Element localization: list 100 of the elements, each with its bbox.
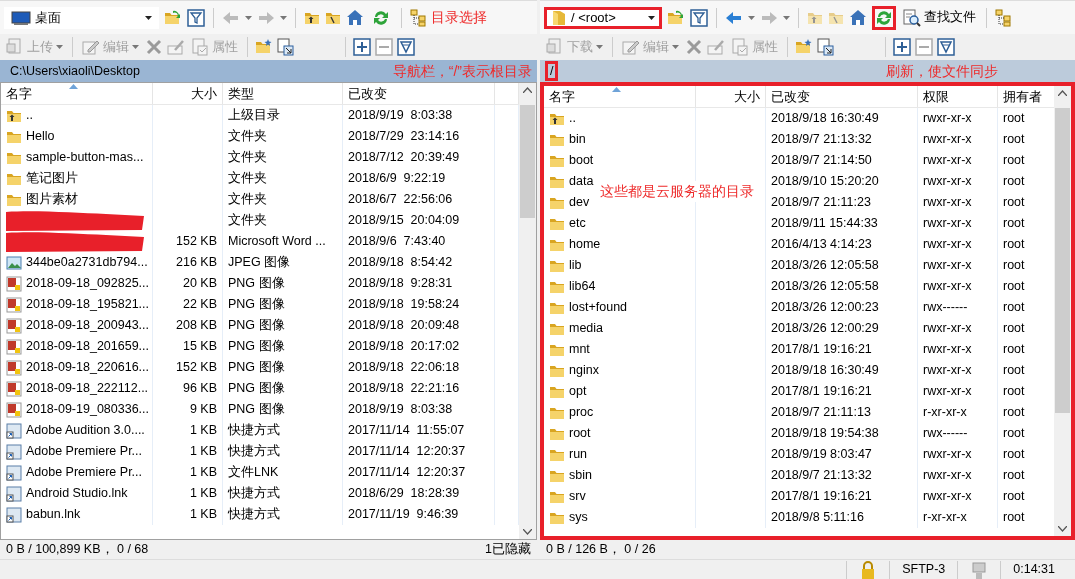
file-name[interactable]: run bbox=[569, 444, 588, 465]
table-cell-text: 2018/9/7 21:11:13 bbox=[771, 404, 871, 421]
table-cell-text: PNG 图像 bbox=[228, 359, 285, 376]
file-name[interactable]: 2018-09-18_200943... bbox=[26, 315, 150, 336]
document-icon[interactable] bbox=[276, 38, 294, 56]
tree-icon[interactable] bbox=[410, 8, 426, 27]
annotation-text: 目录选择 bbox=[431, 8, 487, 27]
column-header[interactable]: 名字 bbox=[544, 86, 696, 107]
scroll-up-icon[interactable] bbox=[1058, 90, 1067, 96]
location-dropdown[interactable]: 桌面 bbox=[4, 6, 159, 29]
file-name[interactable]: Hello bbox=[26, 126, 55, 147]
file-name[interactable]: bin bbox=[569, 129, 586, 150]
image-icon bbox=[6, 359, 22, 376]
table-cell-text: root bbox=[1003, 509, 1025, 526]
sort-arrow-icon[interactable] bbox=[611, 87, 621, 92]
table-cell-text: 2018/3/26 12:05:58 bbox=[771, 257, 879, 274]
table-cell-text: rwxr-xr-x bbox=[923, 110, 972, 127]
new-folder-icon[interactable] bbox=[795, 39, 812, 55]
file-name[interactable]: 笔记图片 bbox=[26, 168, 78, 189]
table-cell-text: rwxr-xr-x bbox=[923, 173, 972, 190]
filter-icon[interactable] bbox=[397, 38, 415, 56]
document-icon[interactable] bbox=[816, 38, 834, 56]
file-name[interactable]: 图片素材 bbox=[26, 189, 78, 210]
file-name[interactable]: 2018-09-18_201659... bbox=[26, 336, 150, 357]
file-name[interactable]: media bbox=[569, 318, 604, 339]
file-name[interactable]: nginx bbox=[569, 360, 599, 381]
path-bar[interactable]: C:\Users\xiaoli\Desktop 导航栏，“/”表示根目录 bbox=[0, 60, 537, 82]
file-name[interactable]: 344be0a2731db794... bbox=[26, 252, 148, 273]
filter-icon[interactable] bbox=[937, 38, 955, 56]
column-header[interactable]: 已改变 bbox=[343, 83, 495, 104]
plus-icon[interactable] bbox=[893, 38, 911, 56]
refresh-icon[interactable] bbox=[872, 5, 896, 30]
file-name[interactable]: Adobe Premiere Pr... bbox=[26, 441, 143, 462]
scroll-thumb[interactable] bbox=[1055, 108, 1070, 413]
open-folder-icon[interactable] bbox=[164, 9, 182, 26]
pencil-icon bbox=[82, 38, 100, 56]
scroll-up-icon[interactable] bbox=[523, 87, 532, 93]
selection-summary: 0 B / 126 B， 0 / 26 bbox=[546, 541, 656, 559]
home-icon[interactable] bbox=[849, 9, 867, 26]
scrollbar[interactable] bbox=[519, 83, 536, 539]
file-name[interactable]: dev bbox=[569, 192, 590, 213]
scroll-down-icon[interactable] bbox=[523, 529, 532, 535]
rename-icon[interactable] bbox=[707, 38, 725, 56]
column-header[interactable]: 大小 bbox=[153, 83, 223, 104]
file-name[interactable]: srv bbox=[569, 486, 586, 507]
file-name[interactable]: babun.lnk bbox=[26, 504, 81, 525]
file-name[interactable]: 2018-09-18_195821... bbox=[26, 294, 150, 315]
file-name[interactable]: lib64 bbox=[569, 276, 596, 297]
home-icon[interactable] bbox=[346, 9, 364, 26]
caret-icon[interactable] bbox=[648, 15, 655, 20]
file-name[interactable]: 2018-09-19_080336... bbox=[26, 399, 150, 420]
shortcut-icon bbox=[6, 443, 22, 460]
file-name[interactable]: home bbox=[569, 234, 601, 255]
file-name[interactable]: boot bbox=[569, 150, 594, 171]
rename-icon[interactable] bbox=[167, 38, 185, 56]
file-name[interactable]: etc bbox=[569, 213, 586, 234]
file-name[interactable]: .. bbox=[26, 105, 33, 126]
column-header[interactable]: 已改变 bbox=[766, 86, 918, 107]
file-name[interactable]: Android Studio.lnk bbox=[26, 483, 128, 504]
file-name[interactable]: Adobe Audition 3.0.... bbox=[26, 420, 145, 441]
file-name[interactable]: lost+found bbox=[569, 297, 628, 318]
file-name[interactable]: 2018-09-18_092825... bbox=[26, 273, 150, 294]
table-cell-text: 2018/9/18 20:17:02 bbox=[348, 338, 460, 355]
file-name[interactable]: .. bbox=[569, 108, 576, 129]
plus-icon[interactable] bbox=[353, 38, 371, 56]
sort-arrow-icon[interactable] bbox=[68, 84, 78, 89]
file-name[interactable]: 2018-09-18_222112... bbox=[26, 378, 149, 399]
file-name[interactable]: root bbox=[569, 423, 591, 444]
filter-icon[interactable] bbox=[187, 8, 205, 27]
tree-icon[interactable] bbox=[995, 8, 1011, 27]
file-name[interactable]: opt bbox=[569, 381, 587, 402]
path-bar[interactable]: / 刷新，使文件同步 bbox=[540, 60, 1075, 82]
file-name[interactable]: sbin bbox=[569, 465, 592, 486]
file-name[interactable]: proc bbox=[569, 402, 594, 423]
file-name[interactable]: sys bbox=[569, 507, 588, 528]
filter-icon[interactable] bbox=[690, 8, 708, 27]
find-files-button[interactable]: 查找文件 bbox=[901, 8, 978, 27]
file-name[interactable]: data bbox=[569, 171, 594, 192]
file-name[interactable]: Adobe Premiere Pr... bbox=[26, 462, 143, 483]
file-name[interactable]: sample-button-mas... bbox=[26, 147, 144, 168]
table-cell-text: PNG 图像 bbox=[228, 338, 285, 355]
column-header[interactable]: 权限 bbox=[918, 86, 998, 107]
location-dropdown[interactable]: / <root> bbox=[544, 6, 662, 29]
column-header[interactable]: 名字 bbox=[1, 83, 153, 104]
file-name[interactable]: lib bbox=[569, 255, 582, 276]
back-arrow-icon[interactable] bbox=[725, 9, 743, 26]
new-folder-icon[interactable] bbox=[255, 39, 272, 55]
delete-icon[interactable] bbox=[145, 38, 163, 56]
properties-icon bbox=[191, 38, 209, 56]
column-header[interactable]: 大小 bbox=[696, 86, 766, 107]
scroll-thumb[interactable] bbox=[520, 105, 535, 218]
file-name[interactable]: mnt bbox=[569, 339, 590, 360]
file-name[interactable]: 2018-09-18_220616... bbox=[26, 357, 150, 378]
caret-icon[interactable] bbox=[145, 15, 152, 20]
delete-icon[interactable] bbox=[685, 38, 703, 56]
scrollbar[interactable] bbox=[1054, 86, 1071, 536]
column-header[interactable]: 类型 bbox=[223, 83, 343, 104]
scroll-down-icon[interactable] bbox=[1058, 526, 1067, 532]
open-folder-icon[interactable] bbox=[667, 9, 685, 26]
table-cell-text: rwxr-xr-x bbox=[923, 236, 972, 253]
